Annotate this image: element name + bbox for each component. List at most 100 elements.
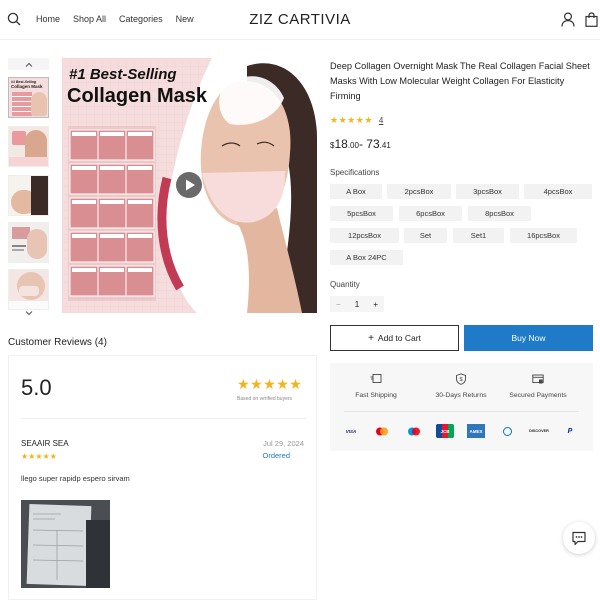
thumbnail-2[interactable] — [8, 126, 49, 167]
price-min-whole: 18 — [334, 137, 348, 151]
price-max-cents: .41 — [379, 141, 391, 150]
jcb-icon: JCB — [436, 424, 454, 438]
main-image-headline: #1 Best-Selling — [69, 66, 177, 83]
mask-image — [19, 286, 39, 296]
star-icon: ★ — [250, 376, 263, 392]
model-image — [27, 229, 47, 259]
quantity-label: Quantity — [330, 280, 360, 289]
review-photo[interactable] — [21, 500, 110, 588]
option-5pcsbox[interactable]: 5pcsBox — [330, 206, 393, 221]
review-photo-image — [21, 500, 110, 588]
option-4pcsbox[interactable]: 4pcsBox — [524, 184, 592, 199]
star-icon: ★ — [42, 452, 50, 461]
option-8pcsbox[interactable]: 8pcsBox — [468, 206, 531, 221]
buy-now-button[interactable]: Buy Now — [464, 325, 593, 351]
visa-icon: VISA — [345, 428, 357, 434]
chat-button[interactable] — [563, 522, 595, 554]
feature-returns: $ 30-Days Returns — [421, 373, 501, 399]
model-image — [31, 92, 47, 116]
star-icon: ★ — [263, 376, 276, 392]
star-icon: ★ — [28, 452, 36, 461]
caption-line — [12, 245, 26, 247]
star-icon: ★ — [49, 452, 57, 461]
product-boxes-image — [12, 92, 32, 116]
thumbnail-up-button[interactable] — [8, 58, 49, 70]
reviews-panel: 5.0 ★ ★ ★ ★ ★ Based on verified buyers S… — [8, 355, 317, 600]
shipping-icon — [370, 374, 382, 383]
amex-icon: AMEX — [467, 424, 485, 438]
specifications-label: Specifications — [330, 168, 380, 177]
star-icon: ★ — [21, 452, 29, 461]
thumbnail-1-line2: Collagen Mask — [11, 84, 43, 89]
price-max-whole: 73 — [366, 137, 380, 151]
divider — [344, 411, 579, 412]
option-set1[interactable]: Set1 — [453, 228, 504, 243]
product-price: $18.00- 73.41 — [330, 137, 391, 151]
star-icon: ★ — [289, 376, 302, 392]
site-header: Home Shop All Categories New ZIZ CARTIVI… — [0, 0, 600, 40]
main-product-image[interactable]: #1 Best-Selling Collagen Mask — [62, 58, 317, 313]
quantity-decrease-button[interactable]: − — [336, 300, 341, 309]
thumbnail-down-button[interactable] — [8, 307, 49, 319]
feature-secured-payments: Secured Payments — [498, 373, 578, 399]
mastercard-icon — [373, 424, 391, 438]
option-a-box[interactable]: A Box — [330, 184, 382, 199]
caption-line — [12, 249, 24, 251]
shopping-bag-icon[interactable] — [585, 12, 598, 27]
review-status: Ordered — [262, 451, 290, 460]
feature-label: 30-Days Returns — [435, 392, 487, 399]
decor-image — [9, 157, 48, 166]
star-icon: ★ — [355, 115, 364, 125]
add-to-cart-button[interactable]: + Add to Cart — [330, 325, 459, 351]
quantity-value[interactable]: 1 — [355, 300, 359, 309]
option-3pcsbox[interactable]: 3pcsBox — [456, 184, 519, 199]
verified-buyers-note: Based on verified buyers — [237, 396, 293, 402]
feature-label: Secured Payments — [509, 392, 567, 399]
option-6pcsbox[interactable]: 6pcsBox — [399, 206, 462, 221]
review-text: llego super rapidp espero sirvam — [21, 474, 130, 483]
feature-label: Fast Shipping — [355, 392, 397, 399]
brand-logo[interactable]: ZIZ CARTIVIA — [0, 11, 600, 28]
store-features-panel: Fast Shipping $ 30-Days Returns Secured … — [330, 363, 593, 451]
option-16pcsbox[interactable]: 16pcsBox — [510, 228, 577, 243]
diners-club-icon — [498, 424, 516, 438]
user-icon[interactable] — [561, 12, 575, 27]
review-date: Jul 29, 2024 — [263, 439, 304, 448]
star-icon: ★ — [338, 115, 347, 125]
average-score: 5.0 — [21, 375, 52, 400]
chevron-up-icon — [25, 62, 32, 67]
product-title: Deep Collagen Overnight Mask The Real Co… — [330, 61, 590, 101]
thumbnail-5[interactable] — [8, 269, 49, 310]
star-icon: ★ — [276, 376, 289, 392]
quantity-stepper: − 1 + — [330, 296, 384, 312]
hair-image — [31, 176, 48, 215]
star-icon: ★ — [347, 115, 356, 125]
shield-dollar-icon: $ — [456, 373, 466, 385]
rating-count-link[interactable]: 4 — [379, 116, 383, 125]
thumbnail-1[interactable]: #1 Best-Selling Collagen Mask — [8, 77, 49, 118]
svg-text:$: $ — [459, 377, 462, 383]
thumbnail-3[interactable] — [8, 175, 49, 216]
quantity-increase-button[interactable]: + — [373, 300, 378, 309]
option-2pcsbox[interactable]: 2pcsBox — [387, 184, 451, 199]
option-a-box-24pc[interactable]: A Box 24PC — [330, 250, 403, 265]
star-icon: ★ — [237, 376, 250, 392]
add-to-cart-label: Add to Cart — [377, 333, 421, 343]
star-icon: ★ — [364, 115, 373, 125]
review-stars: ★ ★ ★ ★ ★ — [21, 452, 57, 461]
discover-icon: DISCOVER — [529, 429, 549, 433]
thumbnail-4[interactable] — [8, 222, 49, 263]
chevron-down-icon — [25, 310, 32, 315]
reviews-heading: Customer Reviews (4) — [8, 337, 107, 348]
play-video-button[interactable] — [176, 172, 202, 198]
divider — [21, 418, 306, 419]
reviewer-name: SEAAIR SEA — [21, 439, 69, 448]
main-image-title: Collagen Mask — [67, 85, 208, 107]
average-rating-stars: ★ ★ ★ ★ ★ — [237, 376, 302, 393]
option-12pcsbox[interactable]: 12pcsBox — [330, 228, 399, 243]
secure-card-icon — [532, 374, 544, 384]
plus-icon: + — [368, 332, 374, 344]
star-icon: ★ — [330, 115, 339, 125]
option-set[interactable]: Set — [404, 228, 447, 243]
maestro-icon — [405, 424, 423, 438]
